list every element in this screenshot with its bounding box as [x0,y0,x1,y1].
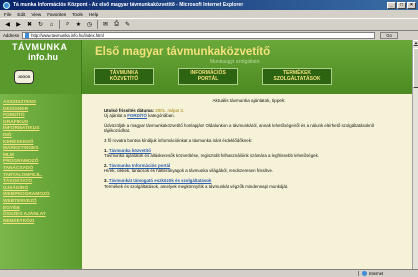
menu-help[interactable]: Help [89,12,98,17]
intro-text: 3 fő rovatra bontva kínáljuk információi… [104,137,253,143]
security-zone: Internet [358,271,418,276]
stop-icon[interactable]: ✖ [25,20,34,29]
update-text-post: kategóriában. [148,113,175,119]
minimize-button[interactable]: _ [387,1,396,9]
favorites-icon[interactable]: ★ [74,20,83,29]
category-sidebar: ASSZISZTENS DESIGNER FORDÍTÓ GRAFIKUS IN… [0,94,82,269]
menu-edit[interactable]: Edit [17,12,25,17]
nav-tavmunka-kozvetito[interactable]: TÁVMUNKA KÖZVETÍTŐ [94,68,154,85]
edit-icon[interactable]: ✎ [123,20,132,29]
content-title: Aktuális távmunka ajánlatok, tippek: [212,98,286,103]
address-input[interactable]: http://www.tavmunka.info.hu/index.html [22,32,375,39]
sidebar-item-ino[interactable]: INÓ [0,133,82,140]
toolbar: ◀ ▶ ✖ ↻ ⌂ ⌕ ★ ◷ ✉ ⎙ ✎ [0,18,418,31]
menu-file[interactable]: File [4,12,11,17]
content-item: 1. Távmunka közvetítő Távmunka ajánlatok… [104,148,394,159]
logo-line2: info.hu [28,52,58,62]
history-icon[interactable]: ◷ [85,20,94,29]
update-date: 2001. május 3. [155,107,185,113]
sidebar-item-informatikus[interactable]: INFORMATIKUS [0,126,82,133]
address-bar: Address http://www.tavmunka.info.hu/inde… [0,31,418,40]
menu-bar: File Edit View Favorites Tools Help [0,10,418,18]
menu-tools[interactable]: Tools [72,12,83,17]
window-controls: _ □ × [387,1,416,9]
window-title: Tá munka Információs Központ - Az első m… [13,2,244,8]
toolbar-separator [59,20,60,29]
sidebar-item-osszes-ajanlat[interactable]: ÖSSZES AJÁNLAT [0,212,82,219]
logo-line1: TÁVMUNKA [12,42,68,52]
update-block: Utolsó frissítés dátuma: 2001. május 3. … [104,108,394,119]
welcome-text: Üdvözöljük a magyar távmunkaközvetítő ho… [104,122,375,134]
go-button[interactable]: Go [380,32,398,39]
item-number: 1. [104,147,108,153]
page-viewport: TÁVMUNKA info.hu JOGOS Első magyar távmu… [0,40,418,269]
sidebar-item-asszisztens[interactable]: ASSZISZTENS [0,100,82,107]
forward-icon[interactable]: ▶ [14,20,23,29]
item-link[interactable]: Távmunka Információs portál [109,163,170,168]
update-category-link[interactable]: FORDÍTÓ [127,113,147,118]
site-headline: Első magyar távmunkaközvetítő [95,46,271,58]
page-icon [25,33,30,38]
item-number: 2. [104,162,108,168]
sidebar-item-fordito[interactable]: FORDÍTÓ [0,113,82,120]
nav-informacios-portal[interactable]: INFORMÁCIÓS PORTÁL [178,68,238,85]
content-item: 2. Távmunka Információs portál Hírek, ci… [104,163,394,174]
title-bar: Tá munka Információs Központ - Az első m… [0,0,418,10]
refresh-icon[interactable]: ↻ [36,20,45,29]
item-description: Hírek, cikkek, tanácsok és háttéranyagok… [104,168,274,174]
site-logo[interactable]: TÁVMUNKA info.hu JOGOS [0,40,82,94]
mail-icon[interactable]: ✉ [101,20,110,29]
logo-badge: JOGOS [14,70,34,84]
sidebar-item-programozo[interactable]: PROGRAMOZÓ [0,159,82,166]
content-item: 3. Távmunkát támogató eszközök és szolgá… [104,178,394,189]
site-subline: Munkaügyi szolgáltató [210,59,260,65]
search-icon[interactable]: ⌕ [63,20,72,29]
update-label: Utolsó frissítés dátuma: [104,107,155,113]
menu-view[interactable]: View [31,12,41,17]
menu-favorites[interactable]: Favorites [47,12,66,17]
globe-icon [362,271,367,276]
sidebar-item-webtervezo[interactable]: WEBTERVEZŐ [0,199,82,206]
scroll-up-icon[interactable]: ▲ [413,40,418,46]
sidebar-item-marketinges[interactable]: MARKETINGES [0,146,82,153]
toolbar-separator [97,20,98,29]
item-description: Távmunka ajánlatok és álláskeresők közve… [104,153,320,159]
home-icon[interactable]: ⌂ [47,20,56,29]
sidebar-item-tanacsado[interactable]: TANÁCSADÓ [0,166,82,173]
nav-termekek[interactable]: TERMÉKEK SZOLGÁLTATÁSOK [262,68,332,85]
item-link[interactable]: Távmunkát támogató eszközök és szolgálta… [109,178,211,183]
close-button[interactable]: × [407,1,416,9]
zone-label: Internet [369,271,384,276]
main-content: Aktuális távmunka ajánlatok, tippek: Uto… [82,94,412,269]
update-text-pre: Új ajánlat a [104,113,126,119]
address-url: http://www.tavmunka.info.hu/index.html [31,33,104,38]
status-bar: Internet [0,269,418,277]
address-label: Address [3,33,20,38]
item-description: Termékek és szolgáltatások, amelyek megk… [104,183,289,189]
scroll-thumb[interactable] [413,48,418,88]
item-number: 3. [104,177,108,183]
vertical-scrollbar[interactable]: ▲ [412,40,418,269]
sidebar-item-webprogramozo[interactable]: WEBPROGRAMOZÓ [0,192,82,199]
back-icon[interactable]: ◀ [3,20,12,29]
sidebar-item-tavoktato[interactable]: TÁVOKTATÓ [0,179,82,186]
site-header: TÁVMUNKA info.hu JOGOS Első magyar távmu… [0,40,412,94]
item-link[interactable]: Távmunka közvetítő [109,148,151,153]
maximize-button[interactable]: □ [397,1,406,9]
print-icon[interactable]: ⎙ [112,20,121,29]
sidebar-item-nemzetkozi[interactable]: NEMZETKÖZI [0,219,82,226]
ie-icon [3,1,10,9]
